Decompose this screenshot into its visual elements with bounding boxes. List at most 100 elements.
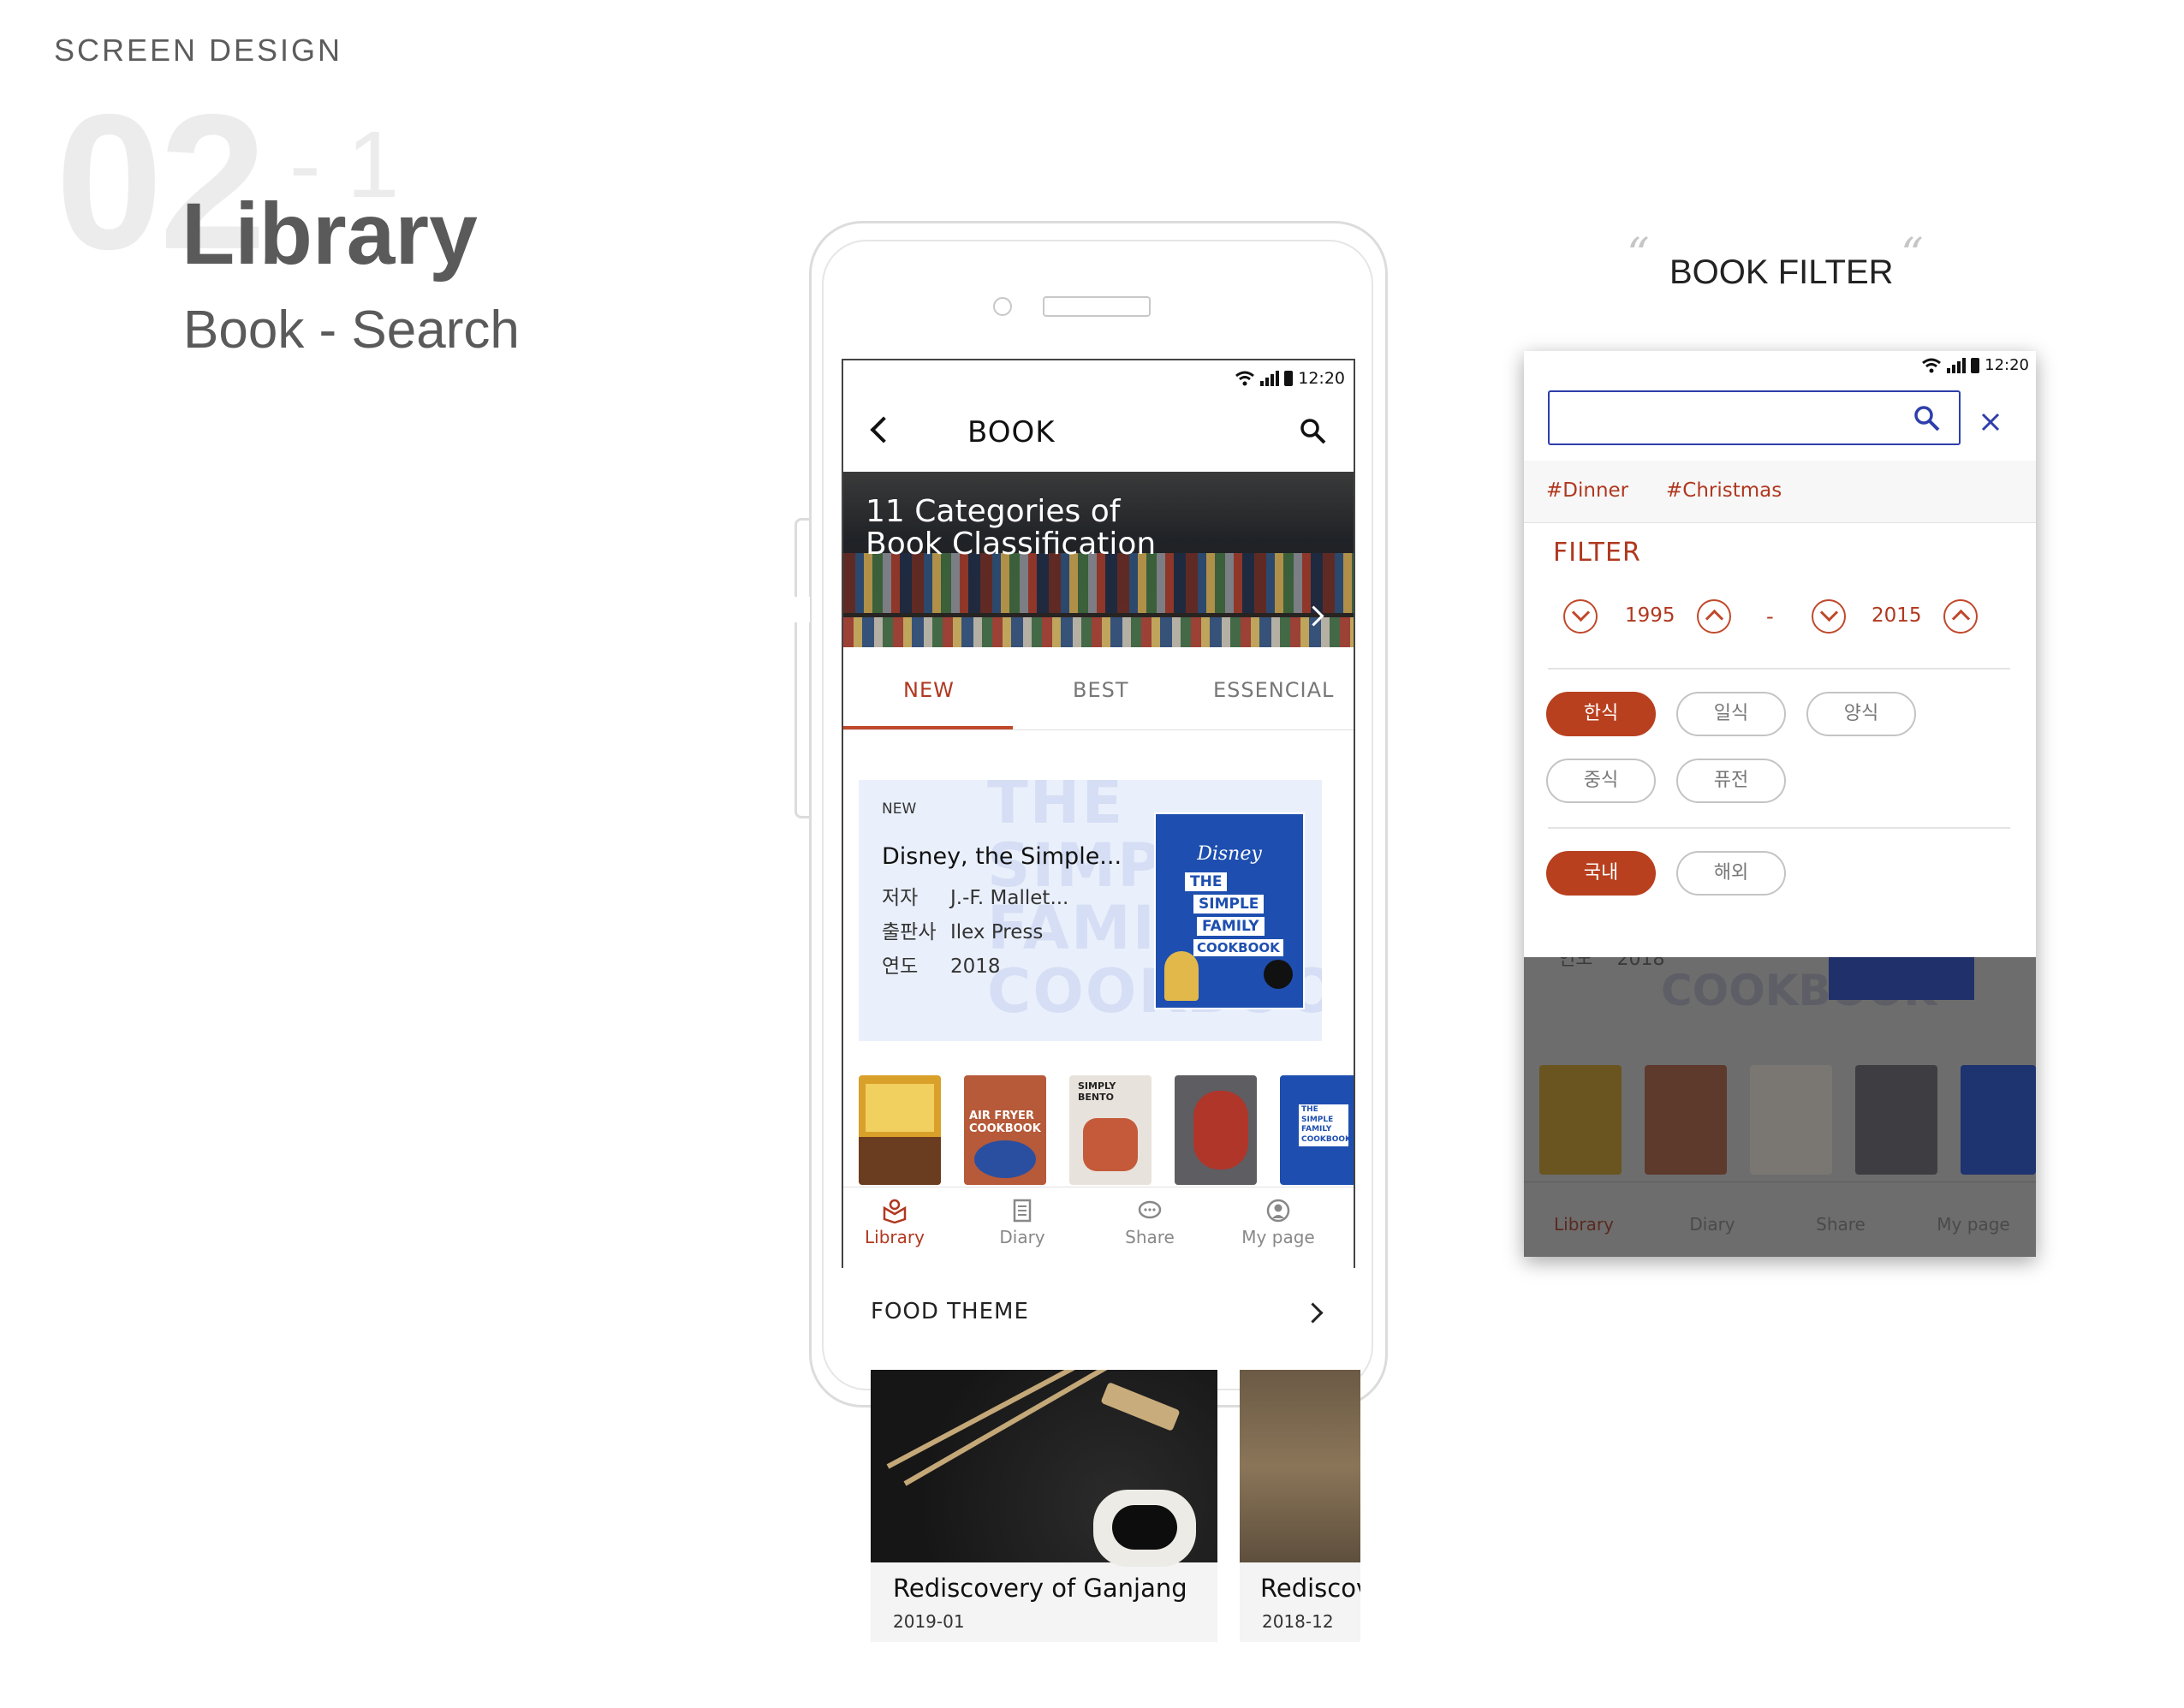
food-card-date: 2019-01	[893, 1611, 965, 1632]
filter-search-input[interactable]	[1548, 390, 1961, 445]
thumbnail-simply-bento[interactable]: SIMPLY BENTO	[1069, 1075, 1152, 1185]
year-to-up-button[interactable]	[1943, 599, 1978, 634]
status-time: 12:20	[1985, 356, 2029, 374]
dimmed-thumbnail	[1645, 1065, 1727, 1175]
food-theme-card[interactable]: Rediscov 2018-12	[1240, 1370, 1360, 1642]
region-domestic-chip[interactable]: 국내	[1546, 851, 1656, 896]
food-card-date: 2018-12	[1262, 1611, 1334, 1632]
chevron-down-icon	[1571, 603, 1591, 622]
page-subtitle: Book - Search	[183, 301, 520, 360]
food-theme-card[interactable]: Rediscovery of Ganjang 2019-01	[871, 1370, 1217, 1642]
camera-icon	[993, 297, 1012, 316]
book-thumbnails: AIR FRYER COOKBOOK SIMPLY BENTO THE SIMP…	[859, 1075, 1354, 1187]
chevron-up-icon	[1705, 609, 1724, 628]
featured-kicker: NEW	[882, 800, 917, 818]
tab-new[interactable]: NEW	[903, 678, 955, 702]
nav-library[interactable]: Library	[843, 1198, 946, 1247]
cuisine-japanese-chip[interactable]: 일식	[1676, 692, 1786, 736]
dimmed-thumbnail	[1750, 1065, 1832, 1175]
character-illustration	[1264, 960, 1293, 989]
banner-line-1: 11 Categories of	[866, 494, 1121, 529]
my-page-icon	[1266, 1199, 1290, 1223]
quote-close: “	[1901, 229, 1924, 281]
featured-author-row: 저자 J.-F. Mallet...	[882, 887, 1069, 909]
year-from-up-button[interactable]	[1697, 599, 1731, 634]
dimmed-background: 연도 2018 COOKBOOK Library Diary Share My …	[1524, 957, 2036, 1257]
phone-side-notch	[793, 597, 810, 622]
food-theme-image	[871, 1370, 1217, 1567]
tag-dinner[interactable]: #Dinner	[1546, 479, 1628, 502]
back-arrow-icon[interactable]	[870, 416, 897, 443]
cuisine-fusion-chip[interactable]: 퓨전	[1676, 759, 1786, 803]
library-icon	[883, 1199, 907, 1223]
featured-book-card[interactable]: THESIMPLEFAMILYCOOKBOOK NEW Disney, the …	[859, 780, 1322, 1041]
wifi-icon	[1922, 358, 1942, 372]
nav-my-page[interactable]: My page	[1227, 1198, 1330, 1247]
tag-christmas[interactable]: #Christmas	[1666, 479, 1782, 502]
featured-book-cover: Disney THE SIMPLE FAMILY COOKBOOK	[1154, 812, 1305, 1009]
thumbnail-the-beer-kitchen[interactable]	[859, 1075, 941, 1185]
year-range-dash: -	[1766, 604, 1774, 628]
tab-essencial[interactable]: ESSENCIAL	[1213, 678, 1334, 702]
year-to-down-button[interactable]	[1812, 599, 1846, 634]
search-icon[interactable]	[1913, 404, 1942, 433]
dimmed-nav-library: Library	[1554, 1214, 1614, 1235]
book-tabs: NEW BEST ESSENCIAL	[843, 658, 1354, 730]
nav-diary[interactable]: Diary	[971, 1198, 1074, 1247]
quote-open: “	[1627, 229, 1650, 281]
character-illustration	[1164, 951, 1199, 1001]
featured-year-row: 연도 2018	[882, 955, 1001, 978]
speaker-grille	[1043, 296, 1151, 317]
bottom-nav: Library Diary Share My page	[843, 1187, 1354, 1268]
tab-best[interactable]: BEST	[1073, 678, 1129, 702]
dimmed-thumbnail	[1539, 1065, 1622, 1175]
book-filter-heading: BOOK FILTER	[1669, 253, 1894, 291]
dimmed-year-row: 연도 2018	[1558, 957, 1665, 970]
dimmed-thumbnail	[1855, 1065, 1937, 1175]
banner-text: 11 Categories of Book Classification	[866, 496, 1156, 561]
book-filter-panel: 12:20 #Dinner #Christmas FILTER 1995 - 2…	[1524, 351, 2036, 1257]
cuisine-chinese-chip[interactable]: 중식	[1546, 759, 1656, 803]
signal-icon	[1260, 371, 1280, 386]
dimmed-nav-share: Share	[1816, 1214, 1866, 1235]
status-bar: 12:20	[1921, 356, 2029, 374]
food-card-title: Rediscovery of Ganjang	[893, 1574, 1187, 1603]
search-icon[interactable]	[1299, 417, 1328, 446]
region-overseas-chip[interactable]: 해외	[1676, 851, 1786, 896]
wifi-icon	[1235, 371, 1255, 386]
dimmed-thumbnail	[1961, 1065, 2036, 1175]
thumbnail-instant-cookbook[interactable]	[1175, 1075, 1257, 1185]
status-time: 12:20	[1298, 369, 1345, 388]
chevron-up-icon	[1951, 609, 1971, 628]
chevron-down-icon	[1819, 603, 1839, 622]
close-icon[interactable]	[1978, 409, 2003, 435]
section-label: SCREEN DESIGN	[54, 33, 343, 68]
cuisine-western-chip[interactable]: 양식	[1806, 692, 1916, 736]
battery-icon	[1284, 371, 1294, 386]
nav-share[interactable]: Share	[1098, 1198, 1201, 1247]
dimmed-cover	[1829, 957, 1974, 1000]
featured-publisher-row: 출판사 Ilex Press	[882, 921, 1044, 943]
featured-title: Disney, the Simple...	[882, 843, 1122, 870]
status-bar: 12:20	[1235, 369, 1345, 388]
category-banner[interactable]: 11 Categories of Book Classification	[843, 472, 1354, 647]
cuisine-korean-chip[interactable]: 한식	[1546, 692, 1656, 736]
year-from: 1995	[1625, 604, 1675, 627]
page-title: Library	[182, 185, 478, 283]
year-range: 1995 - 2015	[1524, 599, 2036, 642]
app-bar-title: BOOK	[967, 415, 1056, 449]
filter-label: FILTER	[1553, 538, 1641, 568]
diary-icon	[1013, 1199, 1032, 1223]
dimmed-nav-diary: Diary	[1689, 1214, 1735, 1235]
year-from-down-button[interactable]	[1563, 599, 1598, 634]
year-to: 2015	[1872, 604, 1922, 627]
food-theme-image	[1240, 1370, 1360, 1562]
thumbnail-air-fryer-cookbook[interactable]: AIR FRYER COOKBOOK	[964, 1075, 1046, 1185]
divider	[1548, 827, 2010, 829]
phone-screen: 12:20 BOOK 11 Categories of Book Classif…	[842, 359, 1355, 1268]
battery-icon	[1971, 357, 1980, 373]
food-theme-label: FOOD THEME	[871, 1299, 1029, 1324]
recent-tags: #Dinner #Christmas	[1524, 461, 2036, 523]
thumbnail-disney-family-cookbook[interactable]: THE SIMPLE FAMILY COOKBOOK	[1280, 1075, 1354, 1185]
dimmed-nav-my-page: My page	[1937, 1214, 2010, 1235]
